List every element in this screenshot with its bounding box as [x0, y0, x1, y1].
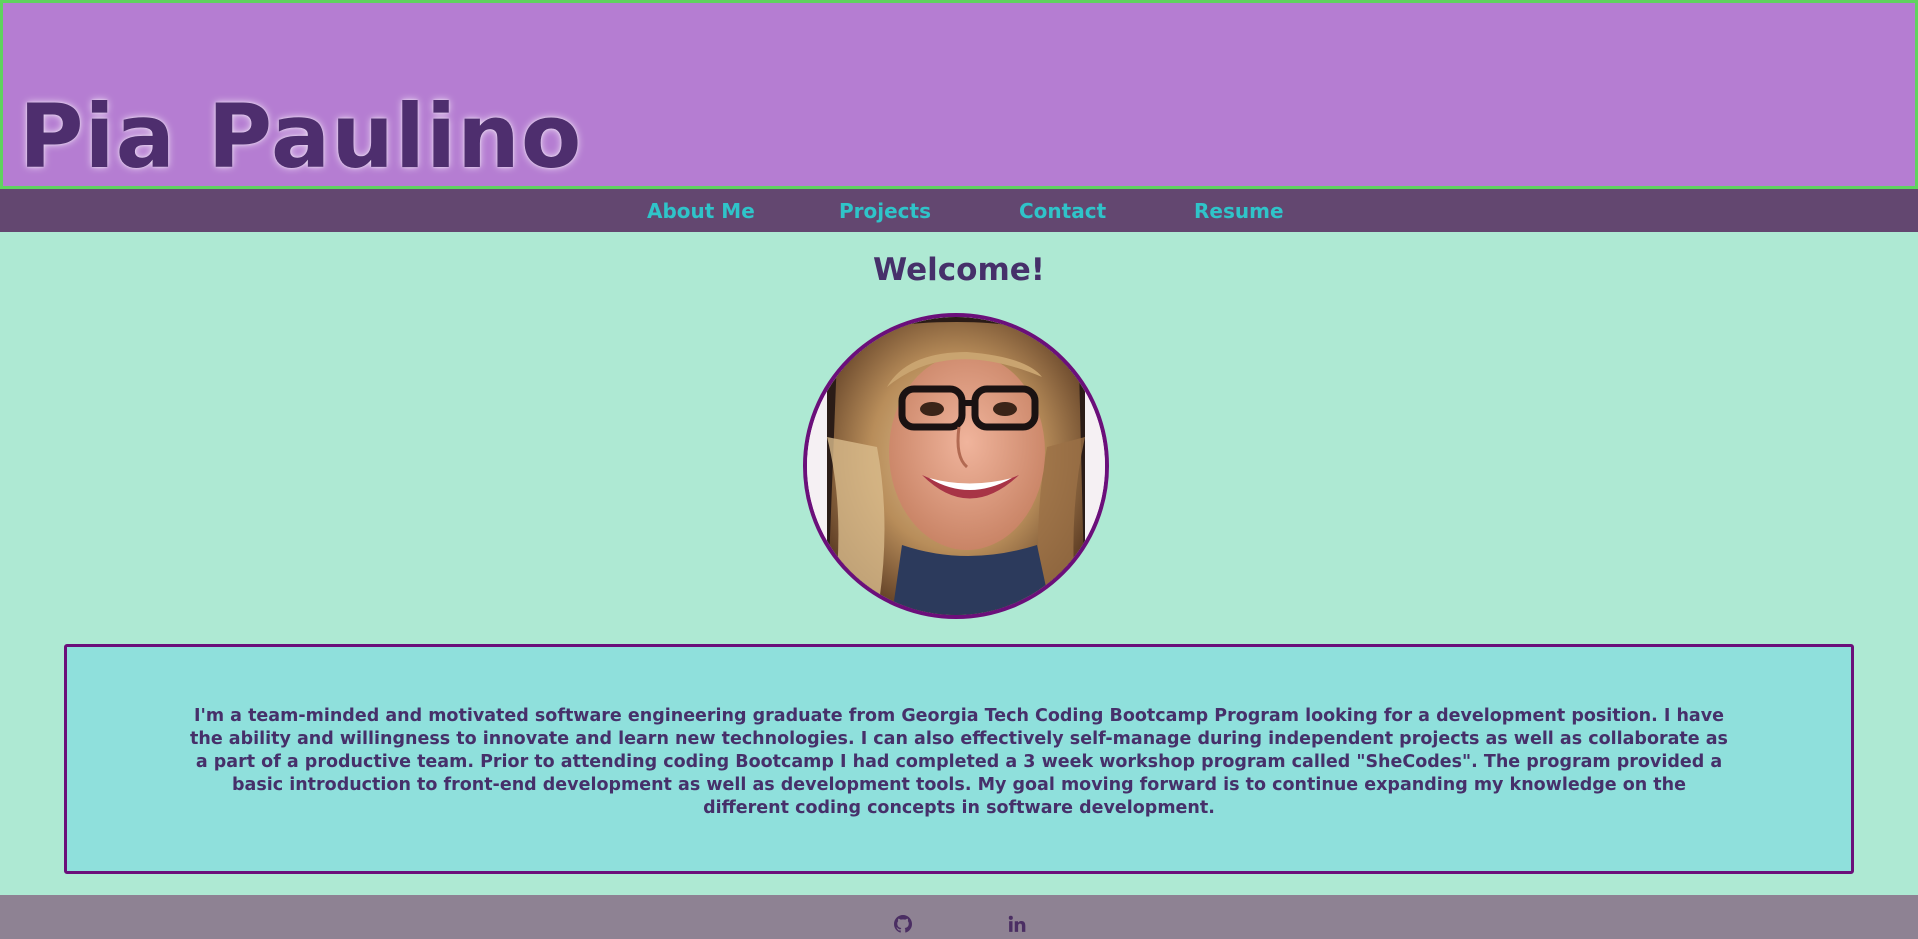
about-section: I'm a team-minded and motivated software…	[64, 644, 1854, 874]
site-footer	[0, 895, 1918, 939]
welcome-heading: Welcome!	[873, 252, 1045, 288]
nav-contact[interactable]: Contact	[1019, 199, 1106, 223]
nav-projects[interactable]: Projects	[839, 199, 931, 223]
linkedin-link[interactable]	[1007, 895, 1027, 939]
main-nav: About Me Projects Contact Resume	[0, 189, 1918, 232]
bio-text: I'm a team-minded and motivated software…	[190, 706, 1728, 818]
profile-photo-image	[807, 317, 1105, 615]
github-icon	[894, 915, 912, 933]
nav-resume[interactable]: Resume	[1194, 199, 1284, 223]
profile-photo	[803, 313, 1109, 619]
github-link[interactable]	[893, 895, 913, 939]
site-title: Pia Paulino	[19, 85, 583, 188]
nav-about-me[interactable]: About Me	[647, 199, 755, 223]
site-header: Pia Paulino	[0, 0, 1918, 189]
linkedin-icon	[1008, 915, 1026, 932]
